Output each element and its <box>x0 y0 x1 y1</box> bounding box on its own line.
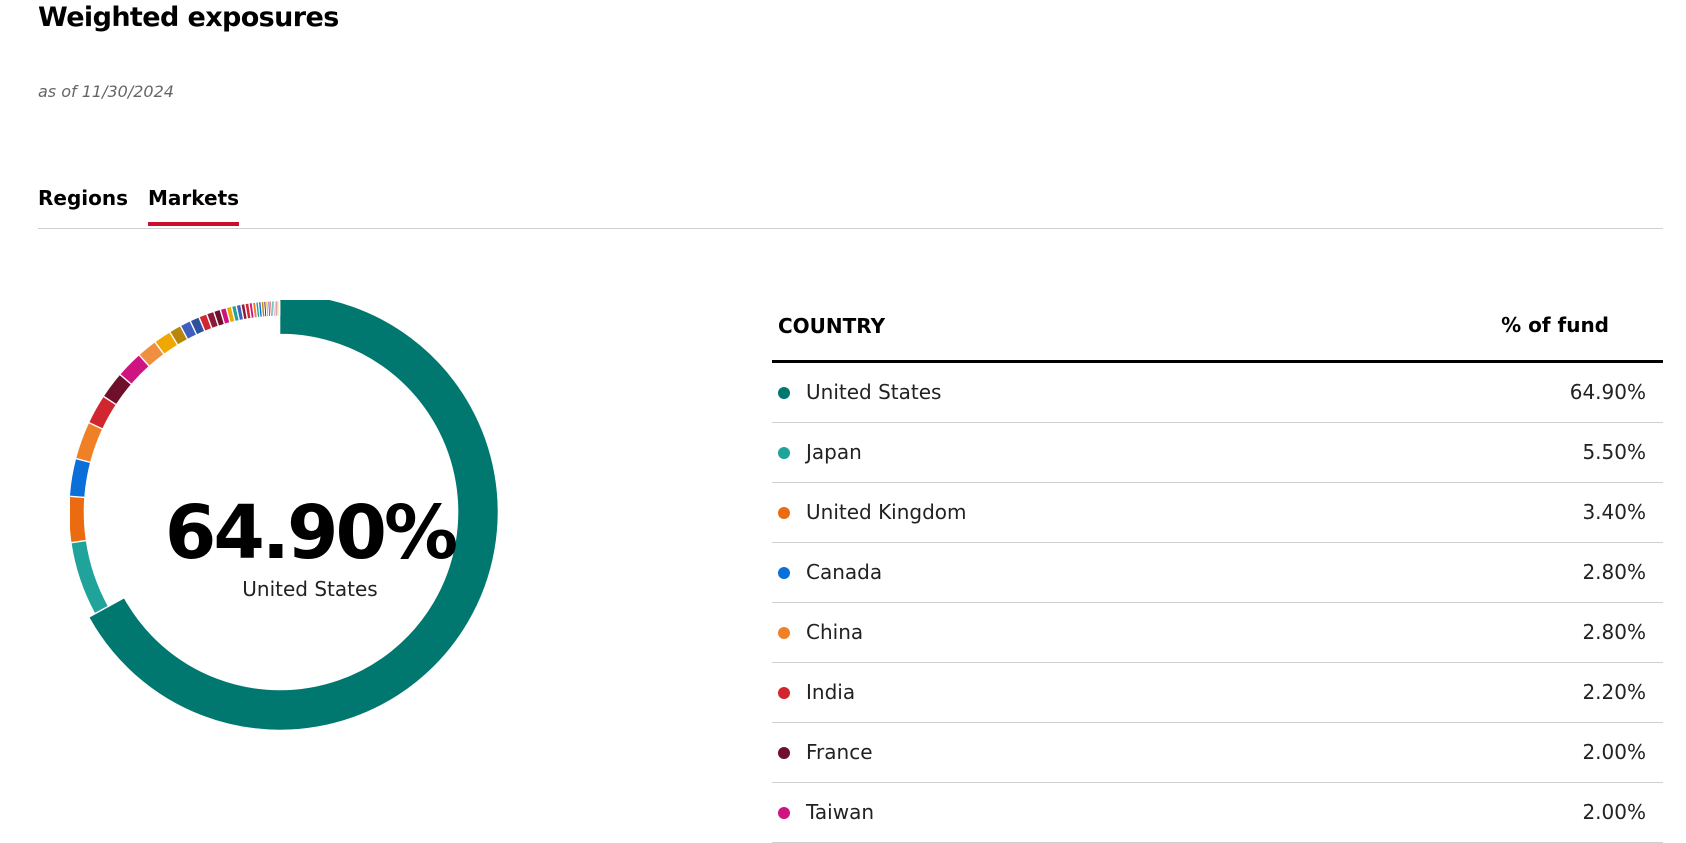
country-name: France <box>806 740 873 764</box>
country-name: Canada <box>806 560 883 584</box>
column-header-pct[interactable]: % of fund <box>1501 313 1609 337</box>
tab-bar: Regions Markets <box>38 168 1663 229</box>
tab-markets[interactable]: Markets <box>148 186 240 226</box>
column-header-country[interactable]: COUNTRY <box>778 314 885 338</box>
country-name: United Kingdom <box>806 500 967 524</box>
table-row[interactable]: India 2.20% <box>772 663 1663 723</box>
legend-dot-icon <box>778 807 790 819</box>
table-row[interactable]: United Kingdom 3.40% <box>772 483 1663 543</box>
country-pct: 3.40% <box>1582 500 1646 524</box>
section-title: Weighted exposures <box>38 2 339 33</box>
donut-center-label: United States <box>242 577 378 601</box>
country-table: COUNTRY % of fund United States 64.90% Jap… <box>772 300 1663 843</box>
table-row[interactable]: Taiwan 2.00% <box>772 783 1663 843</box>
donut-slice-canada[interactable] <box>70 458 91 498</box>
table-row[interactable]: Canada 2.80% <box>772 543 1663 603</box>
legend-dot-icon <box>778 507 790 519</box>
legend-dot-icon <box>778 687 790 699</box>
table-row[interactable]: United States 64.90% <box>772 363 1663 423</box>
table-header: COUNTRY % of fund <box>772 300 1663 363</box>
country-name: Taiwan <box>806 800 875 824</box>
country-pct: 2.80% <box>1582 620 1646 644</box>
country-name: India <box>806 680 856 704</box>
table-row[interactable]: Japan 5.50% <box>772 423 1663 483</box>
country-pct: 2.00% <box>1582 800 1646 824</box>
country-pct: 2.20% <box>1582 680 1646 704</box>
donut-center-value: 64.90% <box>164 490 458 576</box>
legend-dot-icon <box>778 627 790 639</box>
country-pct: 2.00% <box>1582 740 1646 764</box>
table-body: United States 64.90% Japan 5.50% United King… <box>772 363 1663 843</box>
legend-dot-icon <box>778 567 790 579</box>
donut-slice-china[interactable] <box>75 422 103 463</box>
country-name: China <box>806 620 864 644</box>
table-row[interactable]: China 2.80% <box>772 603 1663 663</box>
donut-slice-other[interactable] <box>279 300 281 317</box>
as-of-date: as of 11/30/2024 <box>38 82 174 101</box>
country-name: Japan <box>806 440 862 464</box>
table-row[interactable]: France 2.00% <box>772 723 1663 783</box>
country-pct: 5.50% <box>1582 440 1646 464</box>
tab-regions[interactable]: Regions <box>38 186 128 226</box>
legend-dot-icon <box>778 447 790 459</box>
legend-dot-icon <box>778 387 790 399</box>
country-pct: 2.80% <box>1582 560 1646 584</box>
donut-chart: 64.90% United States <box>70 300 550 800</box>
legend-dot-icon <box>778 747 790 759</box>
country-name: United States <box>806 380 942 404</box>
country-pct: 64.90% <box>1569 380 1646 404</box>
